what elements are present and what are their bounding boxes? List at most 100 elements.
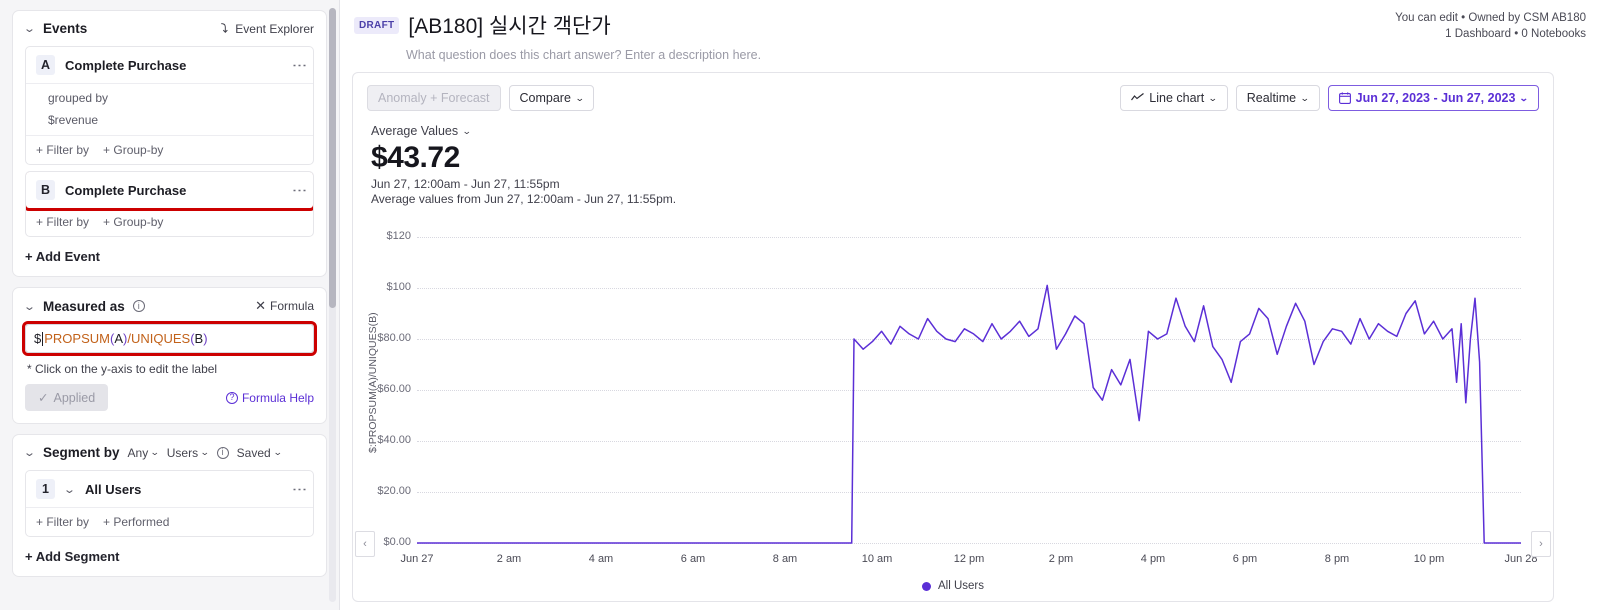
chart-plot-area: $:PROPSUM(A)/UNIQUES(B) $0.00 $20.00 $40.0… — [353, 221, 1553, 601]
chart-description-input[interactable]: What question does this chart answer? En… — [406, 48, 761, 62]
chart-legend: All Users — [353, 580, 1553, 592]
formula-toggle-label: Formula — [269, 299, 314, 313]
event-explorer-button[interactable]: Event Explorer — [218, 22, 314, 36]
info-icon[interactable]: i — [132, 300, 145, 312]
usage-line: 1 Dashboard • 0 Notebooks — [1445, 28, 1586, 40]
chart-type-button[interactable]: Line chart ⌄ — [1120, 85, 1228, 111]
close-icon: ✕ — [255, 298, 266, 313]
status-badge: DRAFT — [354, 16, 400, 34]
anomaly-forecast-button[interactable]: Anomaly + Forecast — [367, 85, 501, 111]
x-axis-tick-1: 2 am — [496, 553, 522, 565]
x-axis-tick-8: 4 pm — [1140, 553, 1166, 565]
chevron-down-icon: ⌄ — [1299, 92, 1310, 103]
chevron-down-icon: ⌄ — [461, 125, 472, 136]
x-axis-tick-9: 6 pm — [1232, 553, 1258, 565]
chart-type-label: Line chart — [1149, 91, 1205, 105]
measured-as-panel: ⌄ Measured as i ✕ Formula $ PROPSUM(A) / UN… — [12, 287, 327, 424]
chart-toolbar-right: Line chart ⌄ Realtime ⌄ Jun 27, 2023 - J… — [1120, 85, 1539, 111]
series-line-0 — [417, 284, 1521, 544]
chart-series-svg — [417, 284, 1521, 544]
question-icon: ? — [225, 391, 238, 404]
add-segment-button[interactable]: + Add Segment — [25, 549, 314, 564]
event-row-b[interactable]: B Complete Purchase ⋮ — [26, 172, 313, 211]
page-title[interactable]: [AB180] 실시간 객단가 — [408, 10, 610, 40]
formula-input[interactable]: $ PROPSUM(A) / UNIQUES(B) — [25, 324, 314, 353]
segment-any-dropdown[interactable]: Any ⌄ — [128, 446, 160, 460]
segment-saved-dropdown[interactable]: Saved ⌄ — [237, 446, 283, 460]
chart-card: Anomaly + Forecast Compare ⌄ Line chart … — [352, 72, 1554, 602]
chevron-down-icon: ⌄ — [1519, 92, 1530, 103]
chevron-down-icon: ⌄ — [272, 447, 283, 457]
x-axis-tick-3: 6 am — [680, 553, 706, 565]
segment-1-performed-button[interactable]: + Performed — [103, 515, 169, 529]
chart-header: DRAFT [AB180] 실시간 객단가 What question does… — [340, 0, 1600, 62]
segment-row-1[interactable]: 1 ⌄ All Users ⋮ — [26, 471, 313, 507]
title-row: DRAFT [AB180] 실시간 객단가 — [354, 10, 761, 40]
query-builder-sidebar: ⌄ Events Event Explorer A Complete Purch… — [0, 0, 340, 610]
x-axis-tick-11: 10 pm — [1413, 553, 1445, 565]
x-axis-tick-0: Jun 27 — [400, 553, 434, 565]
add-event-button[interactable]: + Add Event — [25, 249, 314, 264]
formula-fn-propsum: PROPSUM — [44, 331, 110, 346]
chart-toolbar: Anomaly + Forecast Compare ⌄ Line chart … — [353, 73, 1553, 111]
event-a-menu-icon[interactable]: ⋮ — [289, 58, 308, 73]
measured-as-title: Measured as — [43, 298, 125, 314]
legend-swatch-all-users — [921, 581, 931, 591]
events-panel-title: Events — [43, 21, 88, 36]
chevron-down-icon[interactable]: ⌄ — [23, 22, 37, 35]
date-range-button[interactable]: Jun 27, 2023 - Jun 27, 2023 ⌄ — [1327, 85, 1539, 111]
measured-as-actions: ✓ Applied ? Formula Help — [25, 384, 314, 411]
event-card-a[interactable]: A Complete Purchase ⋮ grouped by $revenu… — [25, 46, 314, 165]
formula-help-label: Formula Help — [241, 390, 314, 405]
x-axis-tick-4: 8 am — [772, 553, 798, 565]
scroll-left-button[interactable]: ‹ — [355, 531, 375, 557]
summary-range: Jun 27, 12:00am - Jun 27, 11:55pm — [371, 177, 560, 191]
event-card-b[interactable]: B Complete Purchase ⋮ + Filter by + Grou… — [25, 171, 314, 237]
event-a-group-by-button[interactable]: + Group-by — [103, 143, 163, 157]
event-badge-b: B — [36, 180, 55, 200]
app-root: ⌄ Events Event Explorer A Complete Purch… — [0, 0, 1600, 610]
x-axis-tick-7: 2 pm — [1048, 553, 1074, 565]
scroll-right-button[interactable]: › — [1531, 531, 1551, 557]
chevron-down-icon: ⌄ — [150, 447, 160, 457]
chevron-down-icon[interactable]: ⌄ — [23, 446, 37, 459]
sidebar-scrollbar-thumb[interactable] — [329, 8, 336, 308]
chevron-down-icon[interactable]: ⌄ — [23, 300, 37, 313]
events-panel: ⌄ Events Event Explorer A Complete Purch… — [12, 10, 327, 277]
formula-help-button[interactable]: ? Formula Help — [225, 390, 314, 405]
realtime-button[interactable]: Realtime ⌄ — [1235, 85, 1320, 111]
event-b-group-by-button[interactable]: + Group-by — [103, 215, 163, 229]
formula-toggle-button[interactable]: ✕ Formula — [255, 298, 314, 314]
segment-users-dropdown[interactable]: Users ⌄ — [166, 445, 210, 460]
legend-label-all-users[interactable]: All Users — [938, 580, 984, 592]
aggregation-label: Average Values — [371, 124, 459, 138]
segment-users-label: Users — [166, 445, 199, 460]
event-b-chip-row: + Filter by + Group-by — [26, 208, 313, 236]
main-content: DRAFT [AB180] 실시간 객단가 What question does… — [340, 0, 1600, 610]
event-b-filter-by-button[interactable]: + Filter by — [36, 215, 89, 229]
segment-1-filter-by-button[interactable]: + Filter by — [36, 515, 89, 529]
x-axis-tick-2: 4 am — [588, 553, 614, 565]
title-block: DRAFT [AB180] 실시간 객단가 What question does… — [354, 10, 761, 62]
event-b-menu-icon[interactable]: ⋮ — [289, 183, 308, 198]
event-a-filter-by-button[interactable]: + Filter by — [36, 143, 89, 157]
segment-badge-1: 1 — [36, 479, 55, 499]
text-cursor — [42, 331, 44, 346]
segment-1-menu-icon[interactable]: ⋮ — [289, 482, 308, 497]
x-axis-tick-6: 12 pm — [953, 553, 985, 565]
compare-button[interactable]: Compare ⌄ — [508, 85, 595, 111]
applied-button[interactable]: ✓ Applied — [25, 384, 109, 411]
formula-prefix: $ — [34, 331, 42, 346]
info-icon[interactable]: i — [216, 446, 229, 459]
event-a-grouped-by-value[interactable]: $revenue — [26, 109, 313, 135]
chevron-down-icon[interactable]: ⌄ — [63, 483, 77, 496]
event-row-a[interactable]: A Complete Purchase ⋮ — [26, 47, 313, 83]
segment-card-1[interactable]: 1 ⌄ All Users ⋮ + Filter by + Performed — [25, 470, 314, 537]
summary-value: $43.72 — [371, 141, 460, 174]
segment-by-panel: ⌄ Segment by Any ⌄ Users ⌄ i Saved ⌄ 1 ⌄… — [12, 434, 327, 577]
permission-line: You can edit • Owned by CSM AB180 — [1395, 12, 1586, 24]
event-explorer-label: Event Explorer — [235, 21, 314, 36]
events-panel-header: ⌄ Events Event Explorer — [23, 21, 314, 36]
aggregation-dropdown[interactable]: Average Values ⌄ — [371, 124, 1553, 138]
check-icon: ✓ — [38, 391, 49, 405]
